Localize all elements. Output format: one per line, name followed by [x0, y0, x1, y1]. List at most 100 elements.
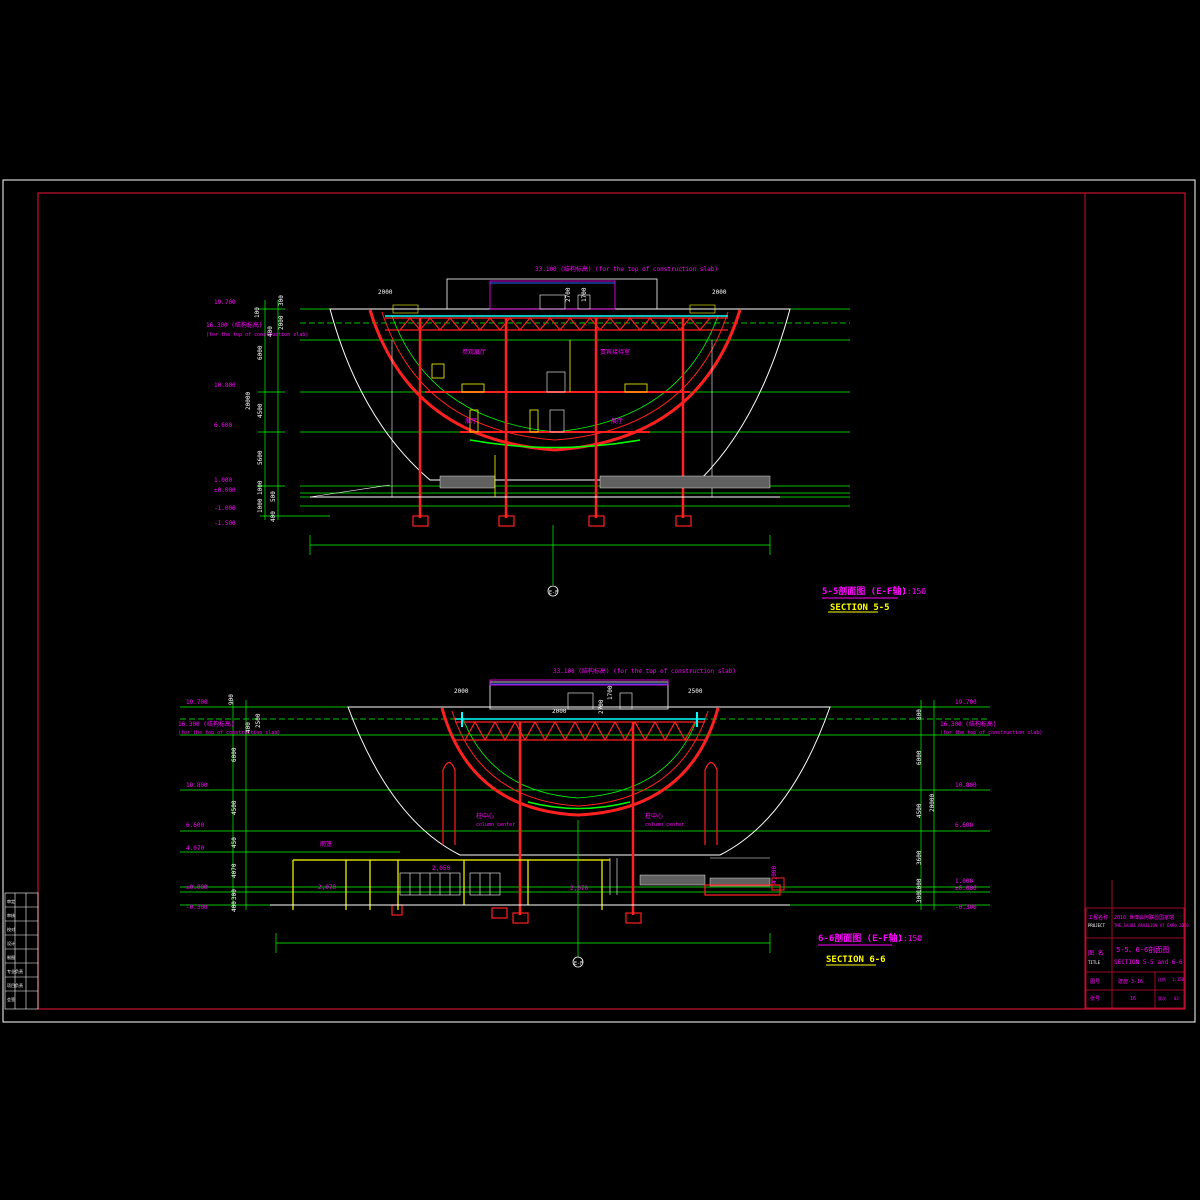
- s5-vdim-5: 6000: [257, 345, 264, 360]
- tb-scale-value: 1:150: [1172, 977, 1185, 982]
- tb-edition-label: 版次: [1158, 995, 1166, 1001]
- s6-vdim-l8: 300: [231, 889, 238, 900]
- s6-level-r4: 1.000: [955, 878, 973, 885]
- s5-level-note: 16.300 (结构标高): [206, 321, 263, 329]
- s5-dim-right: 2000: [712, 289, 727, 296]
- s6-vdim-l6: 450: [231, 837, 238, 848]
- s5-vdim-6: 20000: [245, 392, 252, 410]
- s6-column-label-3: 柱中心: [645, 812, 663, 820]
- s5-top-note: 33.100 (结构标高) (for the top of constructi…: [535, 265, 718, 273]
- s5-title-en: SECTION 5-5: [830, 603, 890, 613]
- s6-level-r6: -0.300: [955, 904, 977, 911]
- s6-dim-mid: 2700: [598, 699, 605, 714]
- s6-dim-mid2: 1700: [607, 685, 614, 700]
- stamp-label-3: 校对: [7, 926, 15, 932]
- s6-level-r3: 6.600: [955, 822, 973, 829]
- s5-vdim-12: 400: [270, 511, 277, 522]
- s6-column-label-4: column center: [645, 822, 684, 828]
- s6-small-dim-1: 2,070: [318, 884, 336, 891]
- tb-sheet-label: 张号: [1090, 995, 1100, 1002]
- tb-edition-value: 02: [1174, 996, 1179, 1001]
- s6-vdim-l7: 4070: [231, 863, 238, 878]
- tb-project-label-en: PROJECT: [1088, 923, 1105, 928]
- s5-level-7: -1.500: [214, 520, 236, 527]
- tb-drawing-en: SECTION 5-5 and 6-6: [1114, 959, 1183, 966]
- stamp-label-8: 会签: [7, 996, 15, 1002]
- s5-vdim-1: 300: [278, 295, 285, 306]
- s6-level-l4: 4.070: [186, 845, 204, 852]
- stamp-label-5: 制图: [7, 954, 15, 960]
- s5-room-3: 展厅: [465, 418, 477, 425]
- s6-column-label-1: 柱中心: [476, 812, 494, 820]
- stamp-label-6: 专业负责: [7, 968, 23, 974]
- s5-vdim-10: 500: [270, 491, 277, 502]
- s6-vdim-r3: 20000: [929, 794, 936, 812]
- s6-top-note: 33.100 (结构标高) (for the top of constructi…: [553, 667, 736, 675]
- s6-center-dim: 2000: [552, 708, 567, 715]
- s5-level-1: 19.700: [214, 299, 236, 306]
- s6-title-cn: 6-6剖面图 (E-F轴): [818, 932, 903, 944]
- tb-scale-label: 比例: [1158, 976, 1166, 982]
- s6-vdim-l2: 2500: [255, 713, 262, 728]
- s6-vdim-r1: 800: [916, 709, 923, 720]
- s6-vdim-r6: 1000: [916, 878, 923, 893]
- tb-number-label: 图号: [1090, 979, 1100, 985]
- s5-vdim-7: 4500: [257, 403, 264, 418]
- stamp-label-4: 设计: [7, 940, 15, 946]
- s6-vdim-l4: 6000: [231, 747, 238, 762]
- s5-room-1: 参观展厅: [462, 348, 486, 356]
- s6-vdim-r5: 3600: [916, 850, 923, 865]
- stamp-label-2: 审核: [7, 912, 15, 918]
- s5-dim-mid2: 1700: [581, 287, 588, 302]
- s6-scale: 1:150: [898, 934, 922, 943]
- s6-dim-right: 2500: [688, 688, 703, 695]
- s5-level-5: ±0.000: [214, 487, 236, 494]
- s6-column-label-2: column center: [476, 822, 515, 828]
- s5-title-cn: 5-5剖面图 (E-F轴): [822, 585, 907, 597]
- s5-room-2: 贵宾接待室: [600, 348, 630, 356]
- s5-level-4: 1.000: [214, 477, 232, 484]
- tb-number-value: 建施-3-16: [1118, 978, 1143, 985]
- s5-dim-left: 2000: [378, 289, 393, 296]
- s6-level-l3: 6.600: [186, 822, 204, 829]
- s6-vdim-r2: 6000: [916, 750, 923, 765]
- s5-level-2: 10.800: [214, 382, 236, 389]
- s5-level-3: 6.600: [214, 422, 232, 429]
- s6-vdim-l9: 400: [231, 901, 238, 912]
- s6-canopy-label: 雨篷: [320, 840, 332, 848]
- tb-project-en: THE SAUDI PAVILION AT EXPO 2010: [1114, 923, 1189, 928]
- s5-dim-mid: 2700: [565, 287, 572, 302]
- s5-vdim-11: 1000: [257, 498, 264, 513]
- s6-level-note-r: 16.300 (结构标高): [940, 720, 997, 728]
- s6-vdim-r4: 4500: [916, 803, 923, 818]
- s6-level-r5: ±0.000: [955, 885, 977, 892]
- s5-vdim-9: 1000: [257, 480, 264, 495]
- s5-vdim-8: 5600: [257, 450, 264, 465]
- tb-drawing-cn: 5-5、6-6剖面图: [1116, 945, 1169, 954]
- cad-drawing-sheet: 33.100 (结构标高) (for the top of constructi…: [0, 0, 1200, 1200]
- s5-axis: E-F: [549, 590, 558, 596]
- s5-level-6: -1.000: [214, 505, 236, 512]
- s6-level-l6: -0.300: [186, 904, 208, 911]
- s6-level-note-r-en: (for the top of construction slab): [940, 730, 1042, 736]
- s6-level-l2: 10.800: [186, 782, 208, 789]
- s5-vdim-4: 400: [267, 326, 274, 337]
- s5-vdim-3: 2000: [278, 315, 285, 330]
- tb-sheet-value: 16: [1130, 996, 1136, 1002]
- s6-vdim-l3: 400: [245, 722, 252, 733]
- s6-level-note-l-en: (for the top of construction slab): [178, 730, 280, 736]
- s6-axis: E-F: [574, 961, 583, 967]
- s6-dim-left: 2000: [454, 688, 469, 695]
- s5-room-4: 展厅: [611, 418, 623, 425]
- s5-scale: 1:150: [902, 587, 926, 596]
- s6-small-dim-3: 2,070: [570, 885, 588, 892]
- tb-drawing-label-en: TITLE: [1088, 960, 1101, 965]
- s5-vdim-2: 100: [254, 307, 261, 318]
- s6-level-r2: 10.800: [955, 782, 977, 789]
- s6-vdim-r7: 300: [916, 892, 923, 903]
- s6-title-en: SECTION 6-6: [826, 955, 886, 965]
- s6-small-dim-4: 4,000: [771, 866, 778, 884]
- s6-level-l5: ±0.000: [186, 884, 208, 891]
- tb-project-label: 工程名称: [1088, 914, 1108, 921]
- s6-vdim-l1: 900: [228, 694, 235, 705]
